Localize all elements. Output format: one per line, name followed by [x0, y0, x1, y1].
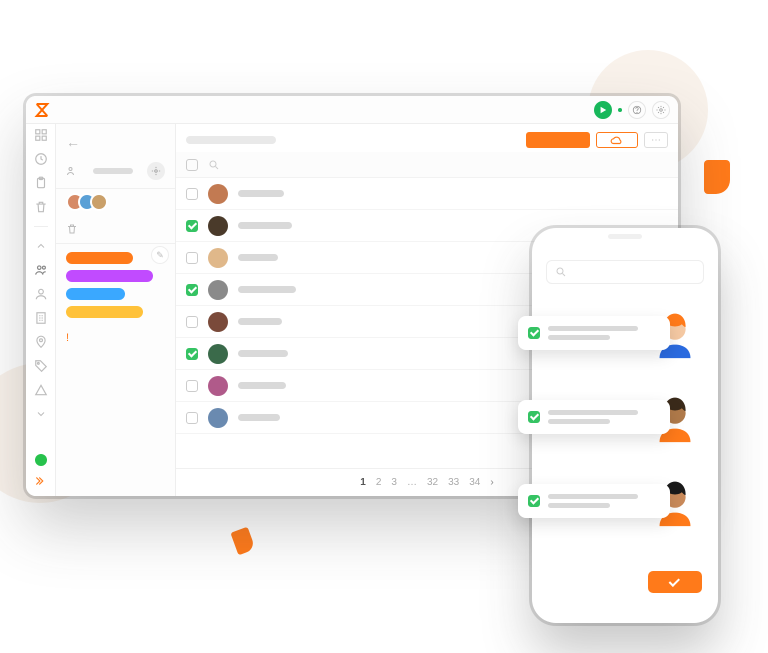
avatar-stack[interactable] — [56, 189, 175, 219]
page-number[interactable]: 32 — [427, 477, 438, 488]
settings-button[interactable] — [652, 101, 670, 119]
panel-title-placeholder — [93, 168, 133, 174]
breadcrumb — [186, 136, 276, 144]
row-name-placeholder — [238, 254, 278, 261]
tag-list: ✎ — [56, 244, 175, 332]
filter-bar — [176, 152, 678, 178]
chevron-up-icon[interactable] — [34, 239, 48, 253]
row-checkbox[interactable] — [186, 220, 198, 232]
row-checkbox[interactable] — [186, 284, 198, 296]
topbar — [26, 96, 678, 124]
contact-chip[interactable] — [518, 316, 670, 350]
avatar — [208, 184, 228, 204]
row-name-placeholder — [238, 286, 296, 293]
contact-checkbox[interactable] — [528, 411, 540, 423]
list-item[interactable] — [176, 178, 678, 210]
back-button[interactable]: ← — [56, 128, 175, 156]
page-number[interactable]: 33 — [448, 477, 459, 488]
location-icon[interactable] — [34, 335, 48, 349]
row-checkbox[interactable] — [186, 252, 198, 264]
edit-tags-button[interactable]: ✎ — [151, 246, 169, 264]
contact-checkbox[interactable] — [528, 327, 540, 339]
page-number[interactable]: 1 — [360, 477, 366, 488]
expand-icon[interactable] — [34, 474, 48, 488]
export-button[interactable] — [596, 132, 638, 148]
avatar — [208, 280, 228, 300]
avatar — [208, 216, 228, 236]
avatar — [208, 344, 228, 364]
contact-text-placeholder — [548, 410, 660, 424]
primary-action-button[interactable] — [526, 132, 590, 148]
clock-icon[interactable] — [34, 152, 48, 166]
presence-indicator — [35, 454, 47, 466]
phone-notch — [608, 234, 642, 239]
avatar — [208, 248, 228, 268]
warning-icon: ! — [56, 332, 175, 344]
contact-text-placeholder — [548, 326, 660, 340]
avatar — [208, 312, 228, 332]
phone-submit-button[interactable] — [648, 571, 702, 593]
tag-item[interactable] — [66, 288, 125, 300]
accent-shape — [230, 527, 255, 556]
panel-header — [56, 156, 175, 189]
rail-separator — [34, 226, 48, 227]
row-name-placeholder — [238, 382, 286, 389]
avatar — [90, 193, 108, 211]
chevron-down-icon[interactable] — [34, 407, 48, 421]
user-icon[interactable] — [34, 287, 48, 301]
side-panel: ← ✎ ! — [56, 96, 176, 496]
row-name-placeholder — [238, 350, 288, 357]
select-all-checkbox[interactable] — [186, 159, 198, 171]
panel-settings-button[interactable] — [147, 162, 165, 180]
page-number[interactable]: 3 — [391, 477, 397, 488]
tag-item[interactable] — [66, 270, 153, 282]
row-name-placeholder — [238, 414, 280, 421]
row-checkbox[interactable] — [186, 348, 198, 360]
more-button[interactable]: ⋯ — [644, 132, 668, 148]
page-number: … — [407, 477, 417, 488]
avatar — [208, 408, 228, 428]
row-checkbox[interactable] — [186, 188, 198, 200]
trash-icon[interactable] — [34, 200, 48, 214]
row-name-placeholder — [238, 190, 284, 197]
help-button[interactable] — [628, 101, 646, 119]
next-page-icon[interactable]: › — [490, 477, 493, 488]
phone-mockup — [532, 228, 718, 623]
row-checkbox[interactable] — [186, 380, 198, 392]
contact-item[interactable] — [546, 382, 704, 452]
clipboard-icon[interactable] — [34, 176, 48, 190]
app-logo-icon — [34, 102, 50, 118]
contact-chip[interactable] — [518, 400, 670, 434]
status-dot — [618, 108, 622, 112]
members-icon — [66, 165, 78, 177]
page-number[interactable]: 2 — [376, 477, 382, 488]
tag-item[interactable] — [66, 306, 143, 318]
contact-checkbox[interactable] — [528, 495, 540, 507]
tag-item[interactable] — [66, 252, 133, 264]
accent-shape — [704, 160, 730, 194]
panel-trash[interactable] — [56, 219, 175, 244]
tag-icon[interactable] — [34, 359, 48, 373]
building-icon[interactable] — [34, 311, 48, 325]
users-icon[interactable] — [34, 263, 48, 277]
grid-icon[interactable] — [34, 128, 48, 142]
row-checkbox[interactable] — [186, 412, 198, 424]
contact-text-placeholder — [548, 494, 660, 508]
triangle-icon[interactable] — [34, 383, 48, 397]
search-icon[interactable] — [208, 159, 220, 171]
play-button[interactable] — [594, 101, 612, 119]
row-checkbox[interactable] — [186, 316, 198, 328]
contact-chip[interactable] — [518, 484, 670, 518]
phone-search-input[interactable] — [546, 260, 704, 284]
contact-item[interactable] — [546, 298, 704, 368]
page-number[interactable]: 34 — [469, 477, 480, 488]
toolbar: ⋯ — [176, 128, 678, 152]
avatar — [208, 376, 228, 396]
nav-rail — [26, 96, 56, 496]
row-name-placeholder — [238, 318, 282, 325]
row-name-placeholder — [238, 222, 292, 229]
trash-icon — [66, 223, 165, 235]
contact-item[interactable] — [546, 466, 704, 536]
